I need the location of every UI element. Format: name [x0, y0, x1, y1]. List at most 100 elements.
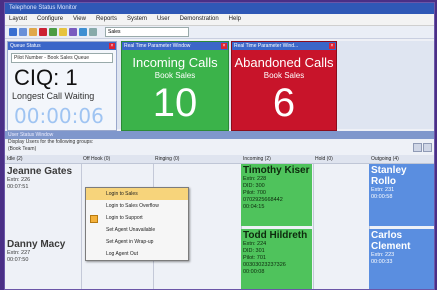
menu-view[interactable]: View — [73, 14, 86, 25]
col-header-hold: Hold (0) — [313, 155, 369, 164]
agent-name: Jeanne Gates — [7, 166, 73, 177]
agent-did: DID: 300 — [243, 183, 265, 189]
col-incoming: Incoming (2) Timothy Kiser Extn: 228 DID… — [241, 155, 314, 289]
app-window: Telephone Status Monitor Layout Configur… — [4, 2, 435, 290]
status-window-desc: Display Users for the following groups: … — [5, 139, 434, 153]
agent-name: Timothy Kiser — [243, 165, 310, 176]
col-hold: Hold (0) — [313, 155, 370, 289]
status-grid: Idle (2) Jeanne Gates Extn: 226 00:07:51… — [5, 155, 434, 289]
agent-name: Danny Macy — [7, 239, 66, 250]
menu-log-out[interactable]: Log Agent Out — [86, 248, 188, 260]
menu-reports[interactable]: Reports — [96, 14, 117, 25]
agent-extn: Extn: 224 — [243, 241, 267, 247]
menu-item-label: Login to Sales Overflow — [106, 203, 159, 209]
status-desc-line1: Display Users for the following groups: — [8, 139, 94, 145]
agent-name: Todd Hildreth — [243, 230, 308, 241]
agent-extn: Extn: 223 — [371, 252, 395, 258]
agent-info: Carlos Clement Extn: 223 00:00:33 — [371, 230, 434, 266]
agent-time: 00:04:15 — [243, 204, 265, 210]
col-outgoing: Outgoing (4) Stanley Rollo Extn: 231 00:… — [369, 155, 434, 289]
user-icon[interactable] — [49, 28, 57, 36]
agent-card-danny[interactable]: Danny Macy Extn: 227 00:07:50 — [7, 239, 65, 264]
incoming-card-1[interactable]: Timothy Kiser Extn: 228 DID: 300 Pilot: … — [241, 164, 312, 226]
abandoned-panel-header: Real Time Parameter Wind... × — [232, 42, 336, 50]
agent-info: Todd Hildreth Extn: 224 DID: 301 Pilot: … — [243, 230, 307, 276]
menu-item-label: Log Agent Out — [106, 251, 138, 257]
settings-icon[interactable] — [423, 143, 432, 152]
agent-time: 00:00:58 — [371, 194, 393, 200]
open-icon[interactable] — [19, 28, 27, 36]
ciq-count: CIQ: 1 — [14, 65, 78, 90]
group-combo[interactable]: Sales — [105, 27, 189, 37]
agent-extn: Extn: 226 — [7, 177, 31, 183]
menu-login-support[interactable]: Login to Support — [86, 212, 188, 224]
incoming-subtitle: Book Sales — [154, 71, 196, 80]
refresh-icon[interactable] — [413, 143, 422, 152]
queue-status-panel: Queue Status × Pilot Number - Book Sales… — [7, 41, 117, 131]
col-header-ringing: Ringing (0) — [153, 155, 241, 164]
agent-time: 00:07:51 — [7, 184, 29, 190]
abandoned-calls-panel: Real Time Parameter Wind... × Abandoned … — [231, 41, 337, 131]
delete-icon[interactable] — [39, 28, 47, 36]
window-icon[interactable] — [79, 28, 87, 36]
menu-user[interactable]: User — [157, 14, 170, 25]
layout-icon[interactable] — [89, 28, 97, 36]
incoming-panel-header: Real Time Parameter Window × — [122, 42, 228, 50]
agent-pilot: Pilot: 700 — [243, 190, 266, 196]
agent-number: 0702925668442 — [243, 197, 283, 203]
agent-time: 00:07:50 — [7, 257, 29, 263]
wait-timer: 00:00:06 — [14, 104, 104, 128]
abandoned-title: Abandoned Calls — [234, 55, 334, 70]
longest-wait-label: Longest Call Waiting — [12, 91, 95, 101]
col-header-idle: Idle (2) — [5, 155, 81, 164]
agent-extn: Extn: 228 — [243, 176, 267, 182]
agent-time: 00:00:08 — [243, 269, 265, 275]
star-icon[interactable] — [59, 28, 67, 36]
agent-name: Stanley Rollo — [371, 165, 407, 187]
menu-item-label: Set Agent in Wrap-up — [106, 239, 154, 245]
incoming-value: 10 — [152, 81, 198, 125]
agent-number: 00303023237326 — [243, 262, 286, 268]
abandoned-panel-title: Real Time Parameter Wind... — [234, 43, 299, 49]
agent-did: DID: 301 — [243, 248, 265, 254]
menu-demonstration[interactable]: Demonstration — [180, 14, 219, 25]
agent-info: Timothy Kiser Extn: 228 DID: 300 Pilot: … — [243, 165, 310, 211]
menu-help[interactable]: Help — [229, 14, 241, 25]
close-icon[interactable]: × — [221, 43, 227, 49]
incoming-calls-panel: Real Time Parameter Window × Incoming Ca… — [121, 41, 229, 131]
menu-system[interactable]: System — [127, 14, 147, 25]
queue-select[interactable]: Pilot Number - Book Sales Queue — [11, 53, 113, 63]
menu-item-label: Set Agent Unavailable — [106, 227, 156, 233]
menu-set-unavailable[interactable]: Set Agent Unavailable — [86, 224, 188, 236]
agent-time: 00:00:33 — [371, 259, 393, 265]
close-icon[interactable]: × — [329, 43, 335, 49]
agent-extn: Extn: 227 — [7, 250, 31, 256]
col-header-incoming: Incoming (2) — [241, 155, 313, 164]
menu-item-label: Login to Support — [106, 215, 143, 221]
menu-login-sales[interactable]: Login to Sales — [86, 188, 188, 200]
col-idle: Idle (2) Jeanne Gates Extn: 226 00:07:51… — [5, 155, 82, 289]
queue-panel-header: Queue Status × — [8, 42, 116, 50]
outgoing-card-1[interactable]: Stanley Rollo Extn: 231 00:00:58 — [369, 164, 434, 226]
col-header-offhook: Off Hook (0) — [81, 155, 153, 164]
incoming-card-2[interactable]: Todd Hildreth Extn: 224 DID: 301 Pilot: … — [241, 229, 312, 289]
outgoing-card-2[interactable]: Carlos Clement Extn: 223 00:00:33 — [369, 229, 434, 289]
status-window-title: User Status Window — [5, 131, 434, 139]
report-icon[interactable] — [69, 28, 77, 36]
save-icon[interactable] — [9, 28, 17, 36]
panels-area: Queue Status × Pilot Number - Book Sales… — [5, 41, 434, 131]
menu-item-label: Login to Sales — [106, 191, 138, 197]
menu-set-wrapup[interactable]: Set Agent in Wrap-up — [86, 236, 188, 248]
incoming-panel-title: Real Time Parameter Window — [124, 43, 191, 49]
menu-login-sales-overflow[interactable]: Login to Sales Overflow — [86, 200, 188, 212]
agent-card-jeanne[interactable]: Jeanne Gates Extn: 226 00:07:51 — [7, 166, 72, 191]
queue-panel-title: Queue Status — [10, 43, 41, 49]
checked-icon — [90, 215, 98, 223]
col-header-outgoing: Outgoing (4) — [369, 155, 434, 164]
folder-icon[interactable] — [29, 28, 37, 36]
menu-configure[interactable]: Configure — [37, 14, 63, 25]
agent-extn: Extn: 231 — [371, 187, 395, 193]
menu-layout[interactable]: Layout — [9, 14, 27, 25]
close-icon[interactable]: × — [109, 43, 115, 49]
agent-info: Stanley Rollo Extn: 231 00:00:58 — [371, 165, 434, 201]
